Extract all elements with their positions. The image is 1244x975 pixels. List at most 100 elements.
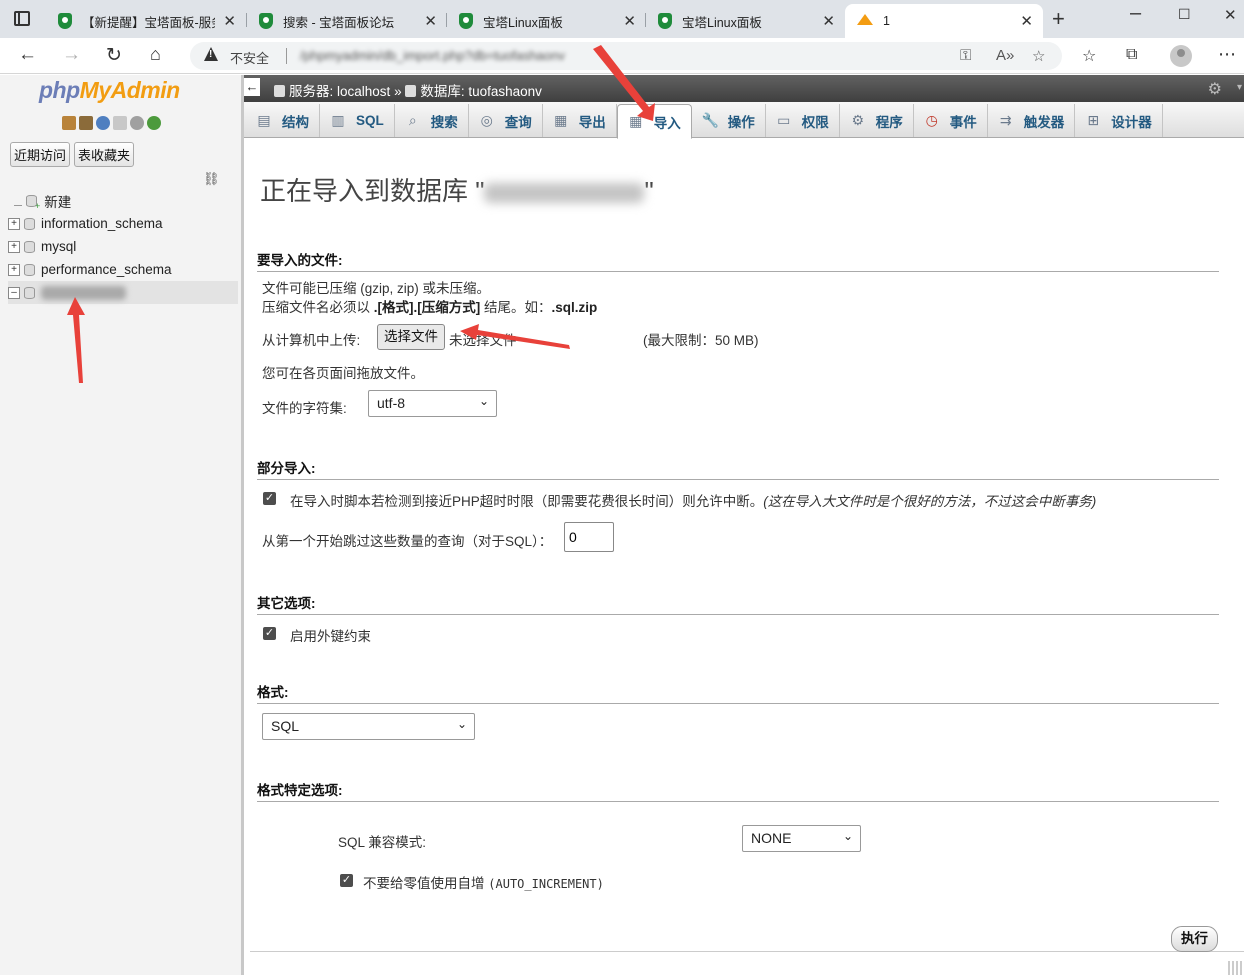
new-tab-button[interactable]: + [1052, 6, 1065, 32]
home-icon[interactable]: ⌂ [150, 44, 161, 65]
hint-format-bold: .[格式].[压缩方式] [373, 300, 481, 315]
tab-actions-icon[interactable] [14, 11, 30, 26]
sql-compat-select[interactable]: NONE ⌄ [742, 825, 861, 852]
collapse-top-icon[interactable]: ▾ [1237, 82, 1242, 93]
expand-icon[interactable]: + [8, 263, 20, 276]
favorites-icon[interactable]: ☆ [1082, 46, 1096, 66]
section-heading-other: 其它选项: [257, 592, 1219, 615]
back-icon[interactable]: ← [18, 44, 37, 66]
phpmyadmin-favicon-icon [857, 13, 873, 29]
tree-item-label: 新建 [44, 194, 72, 210]
home-icon[interactable] [62, 116, 76, 130]
shield-favicon-icon [658, 13, 672, 29]
tab-export[interactable]: ▦ 导出 [543, 104, 617, 137]
sql-compat-value: NONE [751, 830, 792, 846]
recent-favorites: 近期访问 表收藏夹 [10, 142, 135, 167]
logout-icon[interactable] [79, 116, 93, 130]
tree-item-new[interactable]: + 新建 [8, 189, 240, 212]
plus-icon: + [35, 200, 41, 211]
tab-triggers[interactable]: ⇉ 触发器 [988, 104, 1076, 137]
tab-privileges[interactable]: ▭ 权限 [766, 104, 840, 137]
database-icon [405, 85, 417, 97]
tree-item-mysql[interactable]: + mysql [8, 235, 240, 258]
browser-tab-3[interactable]: 宝塔Linux面板 ✕ [447, 4, 646, 38]
read-aloud-icon[interactable]: A» [996, 47, 1014, 64]
phpmyadmin-logo[interactable]: phpMyAdmin [39, 77, 180, 104]
compress-hint-2: 压缩文件名必须以 .[格式].[压缩方式] 结尾。如：.sql.zip [262, 296, 597, 316]
reload-nav-icon[interactable] [147, 116, 161, 130]
triggers-icon: ⇉ [999, 112, 1012, 128]
tab-query[interactable]: ◎ 查询 [469, 104, 543, 137]
security-label[interactable]: 不安全 [230, 48, 269, 67]
designer-icon: ⊞ [1087, 112, 1100, 128]
charset-select[interactable]: utf-8 ⌄ [368, 390, 497, 417]
warning-icon[interactable] [204, 47, 218, 61]
link-icon[interactable]: ⛓ [203, 171, 220, 187]
browser-tab-4[interactable]: 宝塔Linux面板 ✕ [646, 4, 845, 38]
maximize-icon[interactable]: ☐ [1178, 6, 1191, 23]
close-tab-icon[interactable]: ✕ [1020, 12, 1033, 30]
more-menu-icon[interactable]: ⋯ [1218, 44, 1236, 65]
help-icon[interactable] [96, 116, 110, 130]
collections-icon[interactable]: ⧉ [1126, 46, 1137, 64]
close-tab-icon[interactable]: ✕ [424, 12, 437, 30]
go-button[interactable]: 执行 [1171, 926, 1218, 952]
expand-icon[interactable]: + [8, 240, 20, 253]
tab-sql[interactable]: ▥ SQL [320, 104, 395, 137]
chevron-down-icon: ⌄ [456, 717, 467, 731]
no-auto-increment-label: 不要给零值使用自增 (AUTO_INCREMENT) [363, 872, 604, 892]
tree-item-information-schema[interactable]: + information_schema [8, 212, 240, 235]
tab-designer[interactable]: ⊞ 设计器 [1075, 104, 1163, 137]
browser-tab-1[interactable]: 【新提醒】宝塔面板-服务 ✕ [46, 4, 246, 38]
collapse-icon[interactable]: – [8, 286, 20, 299]
collapse-panel-icon[interactable]: ← [244, 78, 260, 96]
tab-search[interactable]: ⌕ 搜索 [395, 104, 469, 137]
hint-example-bold: .sql.zip [551, 300, 598, 315]
browser-tab-5-active[interactable]: 1 ✕ [845, 4, 1043, 38]
tab-routines[interactable]: ⚙ 程序 [840, 104, 914, 137]
skip-queries-input[interactable] [564, 522, 614, 552]
no-auto-increment-checkbox[interactable]: ✓ [340, 874, 353, 887]
tab-label: 导入 [653, 115, 681, 131]
navigation-panel: phpMyAdmin 近期访问 表收藏夹 ⛓ + 新建 + informatio… [0, 75, 241, 975]
max-limit-text: (最大限制：50 MB) [643, 333, 759, 348]
address-bar[interactable]: 不安全 /phpmyadmin/db_import.php?db=tuofash… [190, 42, 1062, 70]
close-tab-icon[interactable]: ✕ [623, 12, 636, 30]
favorite-add-icon[interactable]: ☆ [1032, 47, 1045, 65]
url-text[interactable]: /phpmyadmin/db_import.php?db=tuofashaonv [300, 48, 565, 63]
reload-icon[interactable]: ↻ [106, 44, 122, 67]
settings-gear-icon[interactable]: ⚙ [1208, 79, 1222, 99]
tree-item-performance-schema[interactable]: + performance_schema [8, 258, 240, 281]
foreign-key-checkbox[interactable]: ✓ [263, 627, 276, 640]
choose-file-button[interactable]: 选择文件 [377, 324, 445, 350]
tab-events[interactable]: ◷ 事件 [914, 104, 988, 137]
browser-tab-title: 【新提醒】宝塔面板-服务 [82, 15, 216, 30]
form-divider [250, 951, 1244, 952]
tab-operations[interactable]: 🔧 操作 [692, 104, 766, 137]
settings-icon[interactable] [130, 116, 144, 130]
key-icon[interactable]: ⚿ [960, 47, 971, 64]
docs-icon[interactable] [113, 116, 127, 130]
tree-item-label: performance_schema [41, 262, 172, 277]
expand-icon[interactable]: + [8, 217, 20, 230]
url-separator [286, 48, 287, 64]
profile-avatar[interactable] [1170, 45, 1192, 67]
breadcrumb-database[interactable]: 数据库: tuofashaonv [420, 84, 542, 99]
favorites-button[interactable]: 表收藏夹 [74, 142, 135, 167]
breadcrumb-server[interactable]: 服务器: localhost [289, 84, 390, 99]
browser-tab-2[interactable]: 搜索 - 宝塔面板论坛 ✕ [247, 4, 447, 38]
tab-structure[interactable]: ▤ 结构 [246, 104, 320, 137]
database-icon [24, 263, 35, 276]
recent-button[interactable]: 近期访问 [10, 142, 71, 167]
close-tab-icon[interactable]: ✕ [822, 12, 835, 30]
allow-interrupt-checkbox[interactable]: ✓ [263, 492, 276, 505]
main-content: ← 服务器: localhost » 数据库: tuofashaonv ⚙ ▾ … [244, 75, 1244, 975]
close-tab-icon[interactable]: ✕ [223, 12, 236, 30]
tree-item-selected-database[interactable]: – [8, 281, 238, 304]
format-value: SQL [271, 718, 300, 734]
tab-import[interactable]: ▦ 导入 [616, 104, 692, 139]
close-window-icon[interactable]: ✕ [1224, 6, 1237, 24]
forward-icon[interactable]: → [62, 44, 81, 66]
format-select[interactable]: SQL ⌄ [262, 713, 475, 740]
minimize-icon[interactable]: – [1130, 2, 1141, 25]
